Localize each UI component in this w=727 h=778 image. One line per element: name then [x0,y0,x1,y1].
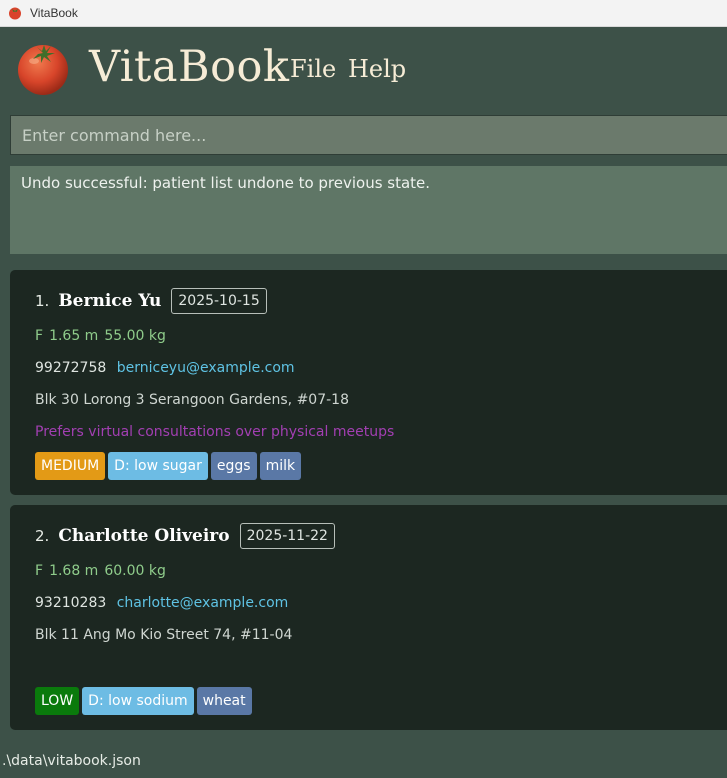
menu-help[interactable]: Help [348,55,406,83]
app-header: VitaBook File Help [0,27,727,113]
patient-index: 2. [35,527,50,545]
patient-gender: F [35,563,44,579]
menu-file[interactable]: File [290,55,336,83]
patient-height: 1.65 m [49,328,99,344]
app-brand: VitaBook [89,42,290,92]
patient-tags: LOW D: low sodium wheat [35,687,252,715]
result-message: Undo successful: patient list undone to … [21,174,431,192]
patient-card[interactable]: 1. Bernice Yu 2025-10-15 F 1.65 m 55.00 kg… [10,270,727,495]
patient-gender: F [35,328,44,344]
patient-address: Blk 30 Lorong 3 Serangoon Gardens, #07-1… [35,392,349,408]
allergy-tag: wheat [196,687,252,715]
patient-index: 1. [35,292,50,310]
patient-address: Blk 11 Ang Mo Kio Street 74, #11-04 [35,627,293,643]
patient-vitals: F 1.68 m 60.00 kg [35,563,172,579]
save-file-path: .\data\vitabook.json [2,753,141,769]
window-titlebar: VitaBook [0,0,727,27]
patient-contact: 93210283 charlotte@example.com [35,595,288,611]
patient-contact: 99272758 berniceyu@example.com [35,360,295,376]
patient-name-row: 2. Charlotte Oliveiro 2025-11-22 [35,523,335,549]
patient-name: Charlotte Oliveiro [58,526,230,546]
patient-note: Prefers virtual consultations over physi… [35,424,395,440]
patient-name-row: 1. Bernice Yu 2025-10-15 [35,288,267,314]
status-bar: .\data\vitabook.json [0,745,727,777]
diet-tag: D: low sodium [82,687,194,715]
priority-tag: LOW [35,687,80,715]
patient-email[interactable]: charlotte@example.com [117,595,289,611]
diet-tag: D: low sugar [108,452,208,480]
patient-height: 1.68 m [49,563,99,579]
allergy-tag: milk [259,452,302,480]
allergy-tag: eggs [210,452,257,480]
tomato-icon [9,7,21,20]
window-title: VitaBook [30,6,78,20]
appointment-date-badge: 2025-10-15 [171,288,267,314]
patient-phone: 99272758 [35,360,107,376]
patient-weight: 60.00 kg [104,563,166,579]
command-box [10,115,727,155]
command-input[interactable] [11,116,727,154]
appointment-date-badge: 2025-11-22 [239,523,335,549]
patient-name: Bernice Yu [58,291,162,311]
patient-vitals: F 1.65 m 55.00 kg [35,328,172,344]
result-display: Undo successful: patient list undone to … [10,166,727,254]
patient-phone: 93210283 [35,595,107,611]
patient-weight: 55.00 kg [104,328,166,344]
patient-card[interactable]: 2. Charlotte Oliveiro 2025-11-22 F 1.68 m… [10,505,727,730]
patient-tags: MEDIUM D: low sugar eggs milk [35,452,302,480]
tomato-logo-icon [18,45,68,95]
patient-email[interactable]: berniceyu@example.com [117,360,295,376]
priority-tag: MEDIUM [35,452,106,480]
